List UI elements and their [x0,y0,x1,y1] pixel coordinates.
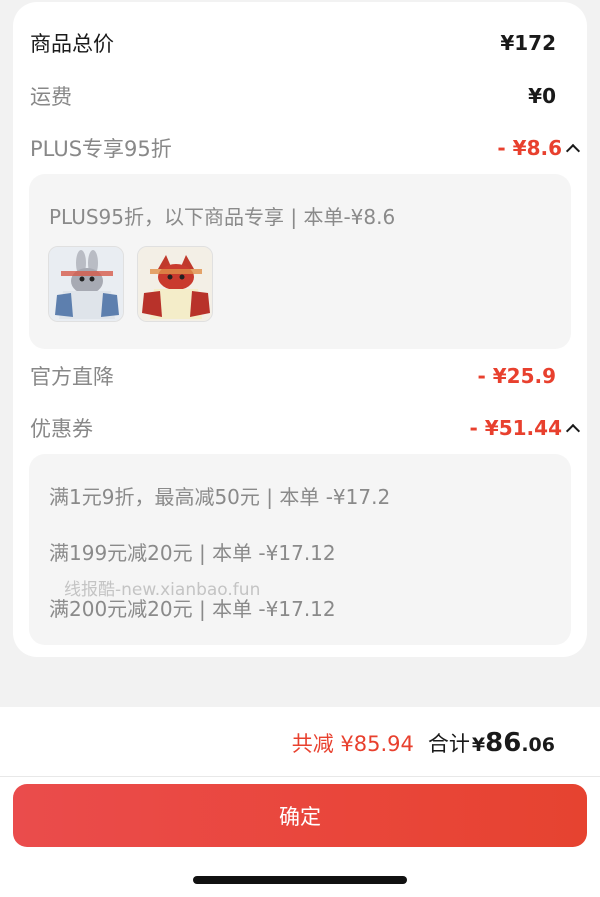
chevron-up-icon[interactable] [565,143,581,159]
shipping-row: 运费 ¥0 [30,81,556,111]
shipping-label: 运费 [30,85,72,109]
coupon-label: 优惠券 [30,417,93,441]
plus-detail-text: PLUS95折，以下商品专享 | 本单-¥8.6 [49,205,396,229]
total-integer: 86 [485,728,522,758]
coupon-row[interactable]: 优惠券 - ¥51.44 [30,413,581,443]
total-summary: 共减 ¥85.94 合计 ¥ 86 .06 [292,728,555,758]
goods-total-label: 商品总价 [30,32,114,56]
price-detail-card: 商品总价 ¥172 运费 ¥0 PLUS专享95折 - ¥8.6 PLUS95折… [13,2,587,657]
product-thumbnail-fox[interactable] [137,246,213,322]
coupon-line: 满1元9折，最高减50元 | 本单 -¥17.2 [49,485,391,509]
coupon-value: - ¥51.44 [469,416,562,440]
plus-discount-row[interactable]: PLUS专享95折 - ¥8.6 [30,133,581,163]
divider [0,776,600,777]
bunny-hoodie-image [49,247,123,321]
goods-total-row: 商品总价 ¥172 [30,28,556,58]
total-label: 合计 [427,732,470,756]
official-discount-value: - ¥25.9 [477,364,556,388]
total-decimal: .06 [521,734,555,756]
plus-detail-panel: PLUS95折，以下商品专享 | 本单-¥8.6 [29,174,571,349]
product-thumbnail-bunny[interactable] [48,246,124,322]
confirm-button[interactable]: 确定 [13,784,587,847]
chevron-up-icon[interactable] [565,423,581,439]
shipping-value: ¥0 [528,84,556,108]
home-indicator[interactable] [193,876,407,884]
plus-discount-value: - ¥8.6 [497,136,562,160]
official-discount-row: 官方直降 - ¥25.9 [30,361,556,391]
coupon-detail-panel: 满1元9折，最高减50元 | 本单 -¥17.2 满199元减20元 | 本单 … [29,454,571,645]
total-currency: ¥ [471,734,486,756]
plus-discount-label: PLUS专享95折 [30,137,172,161]
total-saved: 共减 ¥85.94 [291,732,414,756]
goods-total-value: ¥172 [500,31,556,55]
coupon-line: 满199元减20元 | 本单 -¥17.12 [49,541,336,565]
official-discount-label: 官方直降 [30,365,114,389]
fox-hoodie-image [138,247,212,321]
watermark-text: 线报酷-new.xianbao.fun [64,580,261,600]
